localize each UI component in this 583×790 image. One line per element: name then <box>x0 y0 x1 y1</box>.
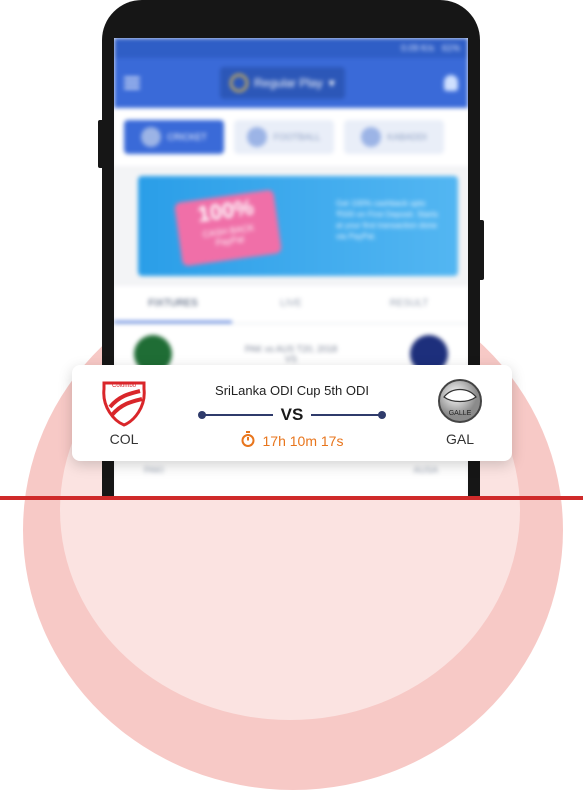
team-left-code: COL <box>109 431 139 447</box>
team-right: GALLE GAL <box>420 377 500 447</box>
mode-label: Regular Play <box>254 76 323 90</box>
team-left: Colombo COL <box>84 377 164 447</box>
galle-logo: GALLE <box>430 377 490 425</box>
football-icon <box>247 127 268 147</box>
cricket-icon <box>141 127 162 147</box>
tab-live[interactable]: LIVE <box>232 286 350 323</box>
bottom-accent-line <box>0 496 583 500</box>
team-right-code: GAL <box>445 431 474 447</box>
cashback-badge: 100% CASH BACK PayPal <box>174 189 282 267</box>
sport-kabaddi[interactable]: KABADDI <box>344 120 444 154</box>
fixture-tabs: FIXTURES LIVE RESULT <box>114 286 468 324</box>
match-card[interactable]: Colombo COL SriLanka ODI Cup 5th ODI VS … <box>72 365 512 461</box>
svg-text:Colombo: Colombo <box>112 383 137 389</box>
network-speed: 0.09 K/s <box>400 43 434 53</box>
menu-icon[interactable] <box>124 77 140 89</box>
status-bar: 0.09 K/s 61% <box>114 38 468 58</box>
phone-volume-button <box>98 120 104 168</box>
colombo-logo: Colombo <box>94 377 154 427</box>
app-bar: Regular Play ▾ <box>114 58 468 108</box>
fixture-vs: VS <box>284 354 297 364</box>
vs-row: VS <box>198 403 386 427</box>
match-title: SriLanka ODI Cup 5th ODI <box>215 383 369 398</box>
countdown-text: 17h 10m 17s <box>262 432 344 449</box>
tab-fixtures[interactable]: FIXTURES <box>114 286 232 323</box>
mode-icon <box>230 74 248 92</box>
banner-text: Get 100% cashback upto ₹500 on First Dep… <box>336 199 439 241</box>
svg-text:GALLE: GALLE <box>449 410 472 417</box>
promo-banner[interactable]: 100% CASH BACK PayPal Get 100% cashback … <box>138 176 458 276</box>
countdown: 17h 10m 17s <box>182 431 402 450</box>
phone-power-button <box>478 220 484 280</box>
fixture-title: PAK vs AUS T20, 2018 <box>244 344 338 354</box>
tab-result[interactable]: RESULT <box>350 286 468 323</box>
sport-football[interactable]: FOOTBALL <box>234 120 334 154</box>
mode-selector[interactable]: Regular Play ▾ <box>220 67 345 99</box>
sport-cricket[interactable]: CRICKET <box>124 120 224 154</box>
chevron-down-icon: ▾ <box>328 76 335 90</box>
sports-selector: CRICKET FOOTBALL KABADDI <box>114 108 468 166</box>
battery-level: 61% <box>441 43 460 53</box>
kabaddi-icon <box>361 127 382 147</box>
blurred-app: 0.09 K/s 61% Regular Play ▾ CRICKET FOOT… <box>114 38 468 384</box>
vs-label: VS <box>280 405 304 424</box>
bell-icon[interactable] <box>444 75 458 91</box>
stopwatch-icon <box>241 431 255 450</box>
